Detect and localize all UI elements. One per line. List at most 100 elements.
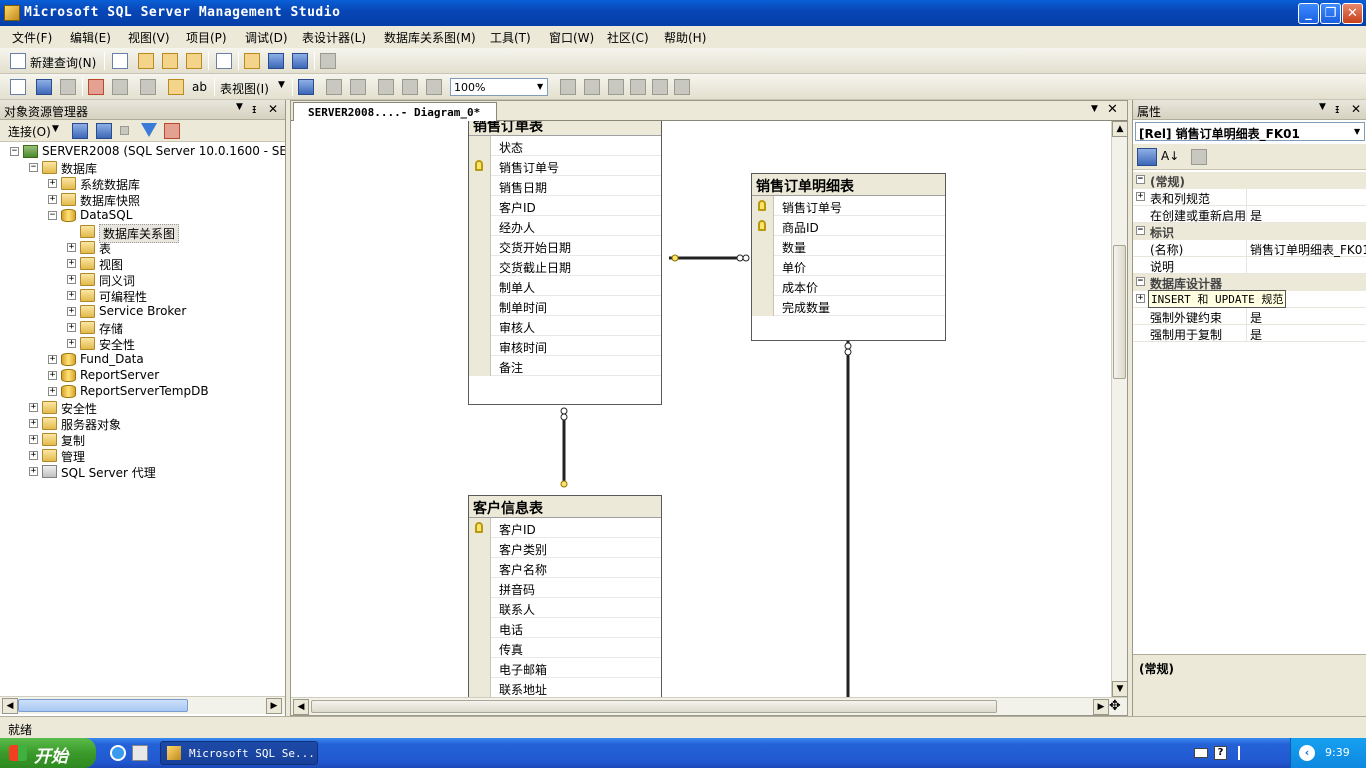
close-button[interactable]: ✕ <box>1342 3 1363 24</box>
close-document-icon[interactable]: ✕ <box>1107 102 1118 117</box>
property-value[interactable]: 是 <box>1250 309 1366 326</box>
remove-from-diagram-icon[interactable] <box>112 79 128 95</box>
properties-icon[interactable] <box>652 79 668 95</box>
property-row[interactable]: 在创建或重新启用是 <box>1133 206 1366 223</box>
expand-icon[interactable]: + <box>67 275 76 284</box>
diagram-horizontal-scrollbar[interactable]: ◀ ▶ ✥ <box>291 697 1127 715</box>
collapse-icon[interactable]: − <box>1136 175 1145 184</box>
start-button[interactable]: 开始 <box>0 738 96 768</box>
row-selector[interactable] <box>469 136 491 156</box>
arrange-selection-icon[interactable] <box>402 79 418 95</box>
row-selector[interactable] <box>469 196 491 216</box>
database-engine-query-icon[interactable] <box>112 53 128 69</box>
minimize-button[interactable]: _ <box>1298 3 1319 24</box>
collapse-icon[interactable]: − <box>10 147 19 156</box>
property-row[interactable]: 强制用于复制 是 <box>1133 325 1366 342</box>
view-page-breaks-icon[interactable] <box>326 79 342 95</box>
pin-icon[interactable]: ᵻ <box>252 102 256 116</box>
expand-icon[interactable]: + <box>48 387 57 396</box>
xmla-query-icon[interactable] <box>186 53 202 69</box>
expand-icon[interactable]: + <box>48 355 57 364</box>
table-column-row[interactable]: 交货截止日期 <box>469 256 661 276</box>
table-column-row[interactable]: 审核人 <box>469 316 661 336</box>
table-column-row[interactable]: 销售订单号 <box>469 156 661 176</box>
tab-diagram[interactable]: SERVER2008....- Diagram_0* <box>293 102 497 121</box>
property-divider[interactable] <box>1246 240 1247 257</box>
table-sales-order[interactable]: 销售订单表 状态 销售订单号 销售日期 客户ID 经办人 交货开始日期 交货截止日期 制单人 制单… <box>468 121 662 405</box>
alphabetical-icon[interactable]: A↓ <box>1161 149 1179 163</box>
tree-scroll-thumb[interactable] <box>18 699 188 712</box>
properties-pin-icon[interactable]: ᵻ <box>1335 102 1339 116</box>
row-selector[interactable] <box>752 256 774 276</box>
table-column-row[interactable]: 商品ID <box>752 216 945 236</box>
row-selector[interactable] <box>469 256 491 276</box>
row-selector[interactable] <box>469 336 491 356</box>
table-column-row[interactable]: 单价 <box>752 256 945 276</box>
chevron-down-icon[interactable]: ▼ <box>278 80 285 90</box>
property-divider[interactable] <box>1246 257 1247 274</box>
delete-from-database-icon[interactable] <box>88 79 104 95</box>
table-column-row[interactable]: 客户ID <box>469 196 661 216</box>
zoom-combobox[interactable]: 100% ▼ <box>450 78 548 96</box>
expand-icon[interactable]: + <box>29 467 38 476</box>
diagram-vscroll-thumb[interactable] <box>1113 245 1126 379</box>
menu-file[interactable]: 文件(F) <box>12 29 52 46</box>
table-column-row[interactable]: 销售日期 <box>469 176 661 196</box>
new-text-annotation-button[interactable]: ab <box>192 80 207 94</box>
menu-project[interactable]: 项目(P) <box>186 29 227 46</box>
row-selector[interactable] <box>469 236 491 256</box>
show-relationship-labels-icon[interactable] <box>298 79 314 95</box>
row-selector[interactable] <box>752 276 774 296</box>
table-column-row[interactable]: 制单人 <box>469 276 661 296</box>
property-row[interactable]: + INSERT 和 UPDATE 规范 <box>1133 290 1366 308</box>
active-files-icon[interactable]: ▼ <box>1091 104 1098 114</box>
property-divider[interactable] <box>1246 206 1247 223</box>
properties-position-icon[interactable]: ▼ <box>1319 102 1326 112</box>
expand-icon[interactable]: + <box>48 371 57 380</box>
analysis-query-icon[interactable] <box>138 53 154 69</box>
table-column-row[interactable]: 经办人 <box>469 216 661 236</box>
taskbar-ssms-item[interactable]: Microsoft SQL Se... <box>160 741 318 765</box>
connect-chevron-icon[interactable]: ▼ <box>52 124 59 134</box>
expand-icon[interactable]: + <box>67 259 76 268</box>
add-related-tables-icon[interactable] <box>60 79 76 95</box>
expand-icon[interactable]: + <box>29 435 38 444</box>
table-column-row[interactable]: 完成数量 <box>752 296 945 316</box>
property-row[interactable]: (名称) 销售订单明细表_FK01 <box>1133 240 1366 257</box>
property-value[interactable]: 是 <box>1250 207 1366 224</box>
scroll-up-icon[interactable]: ▲ <box>1112 121 1128 137</box>
generate-change-script-icon[interactable] <box>608 79 624 95</box>
open-file-icon[interactable] <box>244 53 260 69</box>
collapse-icon[interactable]: − <box>29 163 38 172</box>
row-selector[interactable] <box>469 276 491 296</box>
properties-close-icon[interactable]: ✕ <box>1351 102 1361 116</box>
restore-button[interactable]: ❐ <box>1320 3 1341 24</box>
table-view-dropdown[interactable]: 表视图(I) <box>220 80 269 97</box>
tree-horizontal-scrollbar[interactable]: ◀ ▶ <box>0 696 285 714</box>
recalculate-page-breaks-icon[interactable] <box>350 79 366 95</box>
keyboard-icon[interactable] <box>1194 748 1208 758</box>
property-divider[interactable] <box>1246 189 1247 206</box>
autosize-table-icon[interactable] <box>378 79 394 95</box>
table-sales-order-detail[interactable]: 销售订单明细表 销售订单号 商品ID 数量 单价 成本价 完成数量 <box>751 173 946 341</box>
expand-icon[interactable]: + <box>48 179 57 188</box>
stop-icon[interactable] <box>120 126 129 135</box>
disconnect-icon[interactable] <box>96 123 112 139</box>
table-column-row[interactable]: 电子邮箱 <box>469 658 661 678</box>
table-title[interactable]: 客户信息表 <box>469 496 661 518</box>
hscroll-left-icon[interactable]: ◀ <box>293 699 309 715</box>
internet-explorer-icon[interactable] <box>110 745 126 761</box>
pan-navigator-icon[interactable]: ✥ <box>1109 698 1121 714</box>
table-column-row[interactable]: 传真 <box>469 638 661 658</box>
expand-icon[interactable]: + <box>1136 294 1145 303</box>
table-column-row[interactable]: 拼音码 <box>469 578 661 598</box>
new-text-icon[interactable] <box>560 79 576 95</box>
table-column-row[interactable]: 状态 <box>469 136 661 156</box>
row-selector[interactable] <box>469 538 491 558</box>
expand-icon[interactable]: + <box>29 451 38 460</box>
collapse-icon[interactable]: − <box>48 211 57 220</box>
copy-diagram-icon[interactable] <box>630 79 646 95</box>
save-all-icon[interactable] <box>292 53 308 69</box>
row-selector[interactable] <box>469 658 491 678</box>
mdx-query-icon[interactable] <box>162 53 178 69</box>
